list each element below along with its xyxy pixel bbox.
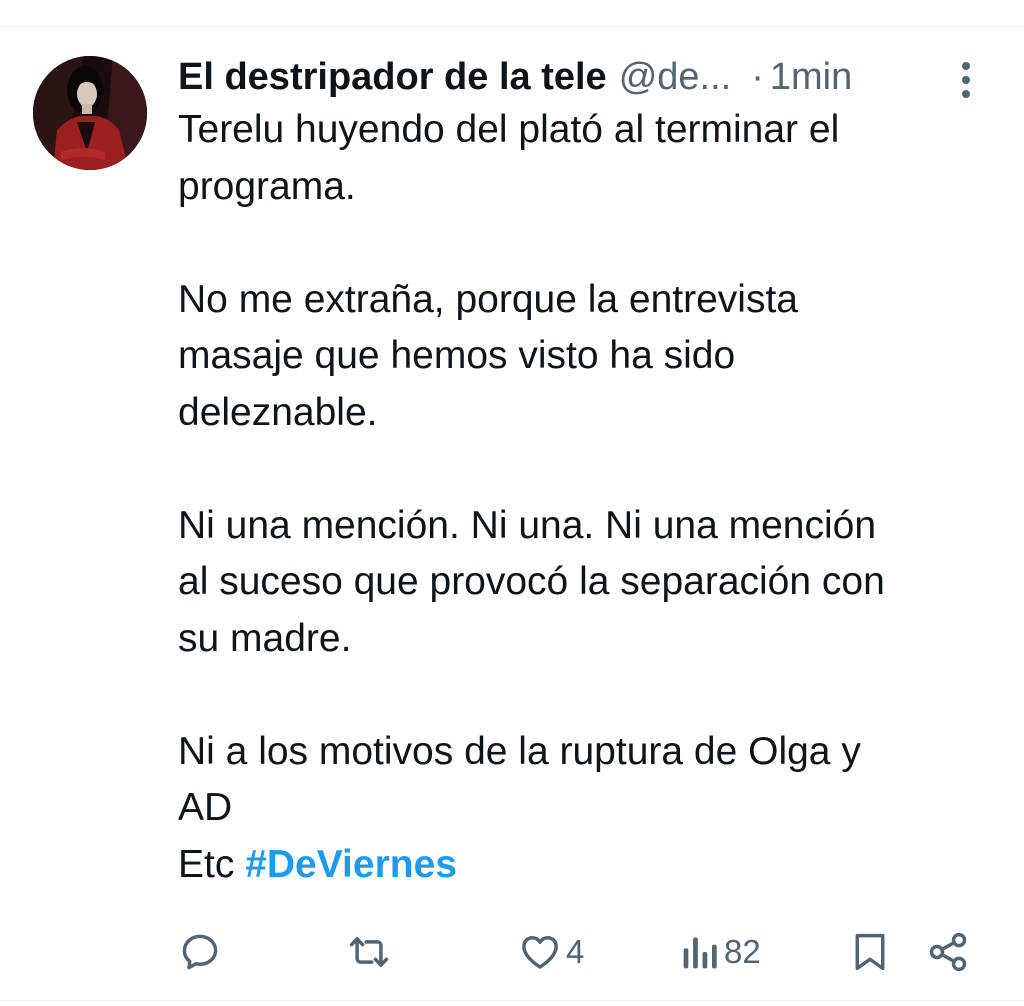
user-handle[interactable]: @de... [619,52,732,102]
share-icon [929,932,967,972]
avatar[interactable] [33,56,147,170]
tweet-header: El destripador de la tele @de... · 1min [178,52,978,102]
reply-icon [182,934,218,970]
bottom-divider [0,1000,1024,1001]
text-line: al suceso que provocó la separación con [178,560,885,603]
like-count: 4 [566,933,585,970]
text-line: AD [178,786,233,829]
views-button[interactable]: 82 [680,930,761,974]
top-divider [0,26,1024,27]
text-line: masaje que hemos visto ha sido [178,334,736,377]
text-line: deleznable. [178,390,378,434]
heart-icon [522,935,558,969]
like-button[interactable]: 4 [518,930,584,974]
text-line: Ni una mención. Ni una. Ni una mención [178,503,877,547]
text-line: Terelu huyendo del plató al terminar el [178,108,840,151]
retweet-icon [349,937,389,967]
display-name[interactable]: El destripador de la tele [178,52,607,102]
text-line: Ni a los motivos de la ruptura de Olga y [178,729,861,773]
text-line: No me extraña, porque la entrevista [178,277,799,321]
share-button[interactable] [926,930,970,974]
text-line-with-hashtag: Etc #DeViernes [178,837,988,894]
bookmark-button[interactable] [850,930,890,974]
timestamp[interactable]: 1min [770,52,852,102]
reply-button[interactable] [178,930,222,974]
views-chart-icon [683,937,717,969]
hashtag-link[interactable]: #DeViernes [245,843,457,886]
tweet-text: Terelu huyendo del plató al terminar el … [178,102,988,893]
bookmark-icon [855,933,885,971]
separator-dot: · [751,56,764,98]
text-line: su madre. [178,616,352,660]
tweet-actions: 4 82 [0,922,1024,982]
views-count: 82 [724,933,761,970]
text-line: programa. [178,164,356,208]
more-vertical-icon[interactable] [953,60,979,100]
retweet-button[interactable] [346,930,392,974]
text-prefix: Etc [178,842,246,886]
